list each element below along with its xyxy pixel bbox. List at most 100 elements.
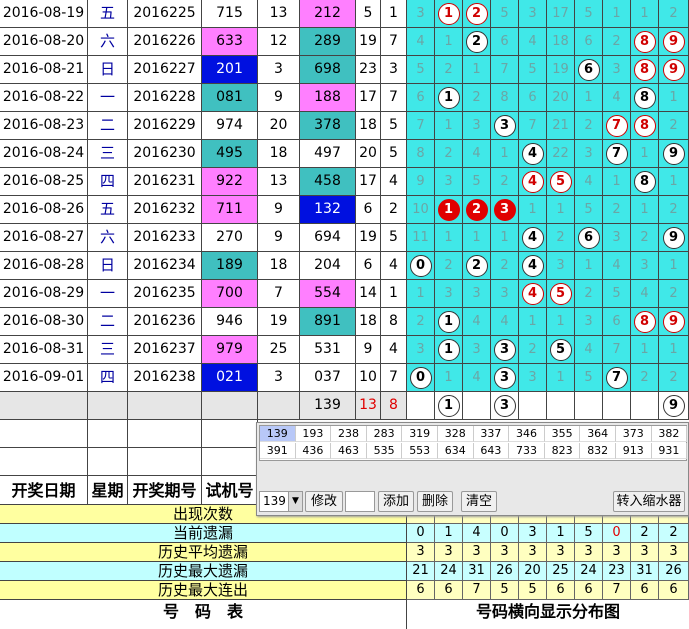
number-list-item[interactable]: 319 <box>402 426 438 442</box>
number-list-item[interactable]: 193 <box>295 426 332 442</box>
distribution-cell: 3 <box>547 252 575 280</box>
number-ball: 4 <box>521 227 544 249</box>
draw-weekday: 三 <box>88 140 128 168</box>
distribution-cell: 8 <box>631 308 659 336</box>
distribution-cell: 1 <box>547 364 575 392</box>
distribution-cell: 5 <box>547 168 575 196</box>
number-list-item[interactable]: 643 <box>473 443 510 459</box>
number-list-item[interactable]: 283 <box>366 426 403 442</box>
number-list-item[interactable]: 139 <box>260 426 296 442</box>
draw-period: 2016234 <box>128 252 202 280</box>
prediction-row: 139 13 8 139 <box>0 392 689 420</box>
number-ball: 8 <box>633 31 656 53</box>
number-list-item[interactable]: 634 <box>438 443 474 459</box>
number-list-item[interactable]: 823 <box>544 443 581 459</box>
stat-value: 2 <box>659 524 689 543</box>
blank-cell <box>0 448 88 476</box>
distribution-cell: 17 <box>547 0 575 28</box>
distribution-cell: 9 <box>659 56 689 84</box>
distribution-cell: 3 <box>435 168 463 196</box>
draw-b: 4 <box>381 168 407 196</box>
distribution-cell: 8 <box>631 112 659 140</box>
number-ball: 2 <box>465 31 488 53</box>
stat-value: 31 <box>631 562 659 581</box>
chevron-down-icon[interactable]: ▼ <box>288 492 302 511</box>
number-list-item[interactable]: 463 <box>331 443 367 459</box>
stat-value: 6 <box>407 581 435 600</box>
prediction-cell: 1 <box>435 392 463 420</box>
number-ball: 0 <box>409 255 432 277</box>
footer-right: 号码横向显示分布图 <box>475 602 620 621</box>
distribution-cell: 6 <box>575 56 603 84</box>
stat-value: 3 <box>575 543 603 562</box>
distribution-cell: 5 <box>603 280 631 308</box>
draw-period: 2016229 <box>128 112 202 140</box>
distribution-cell: 3 <box>463 336 491 364</box>
stat-label: 当前遗漏 <box>0 524 407 543</box>
draw-period: 2016226 <box>128 28 202 56</box>
winning-number: 458 <box>300 168 356 196</box>
distribution-cell: 1 <box>435 0 463 28</box>
distribution-cell: 2 <box>463 196 491 224</box>
number-combo[interactable]: 139 ▼ <box>259 491 303 512</box>
test-number: 700 <box>202 280 258 308</box>
distribution-cell: 8 <box>491 84 519 112</box>
distribution-cell: 1 <box>631 0 659 28</box>
number-list-item[interactable]: 436 <box>295 443 332 459</box>
number-list-item[interactable]: 346 <box>509 426 545 442</box>
stat-value: 3 <box>491 543 519 562</box>
clear-button[interactable]: 清空 <box>461 491 497 512</box>
distribution-cell: 5 <box>575 364 603 392</box>
distribution-cell: 1 <box>631 336 659 364</box>
add-button[interactable]: 添加 <box>378 491 414 512</box>
distribution-cell: 1 <box>407 280 435 308</box>
distribution-cell: 3 <box>603 56 631 84</box>
distribution-cell: 7 <box>603 336 631 364</box>
number-list-item[interactable]: 931 <box>651 443 688 459</box>
transfer-button[interactable]: 转入缩水器 <box>613 491 685 512</box>
draw-date: 2016-09-01 <box>0 364 88 392</box>
stat-label: 历史最大遗漏 <box>0 562 407 581</box>
number-list-item[interactable]: 913 <box>616 443 652 459</box>
number-list-item[interactable]: 553 <box>402 443 438 459</box>
distribution-cell: 2 <box>659 196 689 224</box>
number-list-item[interactable]: 364 <box>580 426 616 442</box>
blank-cell <box>202 448 258 476</box>
number-ball: 6 <box>577 227 600 249</box>
draw-date: 2016-08-26 <box>0 196 88 224</box>
draw-row: 2016-08-24 三 2016230 495 18 497 20 5 8 2 4 1 4 22 3 7 1 9 <box>0 140 689 168</box>
number-list-item[interactable]: 382 <box>651 426 688 442</box>
distribution-cell: 1 <box>435 28 463 56</box>
number-list-item[interactable]: 373 <box>616 426 652 442</box>
draw-a: 23 <box>356 56 381 84</box>
stat-value: 3 <box>603 543 631 562</box>
number-list-item[interactable]: 535 <box>366 443 403 459</box>
draw-weekday: 二 <box>88 112 128 140</box>
draw-period: 2016233 <box>128 224 202 252</box>
number-list-item[interactable]: 238 <box>331 426 367 442</box>
distribution-cell: 8 <box>407 140 435 168</box>
draw-a: 5 <box>356 0 381 28</box>
draw-b: 2 <box>381 196 407 224</box>
number-list-item[interactable]: 733 <box>509 443 545 459</box>
number-list-item[interactable]: 355 <box>544 426 581 442</box>
draw-weekday: 六 <box>88 28 128 56</box>
distribution-cell: 1 <box>575 84 603 112</box>
distribution-cell: 2 <box>491 252 519 280</box>
draw-a: 20 <box>356 140 381 168</box>
number-list-item[interactable]: 391 <box>260 443 296 459</box>
delete-button[interactable]: 删除 <box>417 491 453 512</box>
distribution-cell: 22 <box>547 140 575 168</box>
test-sum: 25 <box>258 336 300 364</box>
number-ball: 9 <box>662 311 685 333</box>
prediction-cell <box>547 392 575 420</box>
number-list-item[interactable]: 337 <box>473 426 510 442</box>
modify-button[interactable]: 修改 <box>305 491 343 512</box>
distribution-cell: 5 <box>547 336 575 364</box>
number-input[interactable] <box>345 491 375 512</box>
number-list-item[interactable]: 832 <box>580 443 616 459</box>
stat-value: 3 <box>519 543 547 562</box>
stat-value: 1 <box>547 524 575 543</box>
number-list-item[interactable]: 328 <box>438 426 474 442</box>
number-list[interactable]: 139 193 238 283 319 328 337 346 355 364 373 382 391 4… <box>259 425 688 461</box>
